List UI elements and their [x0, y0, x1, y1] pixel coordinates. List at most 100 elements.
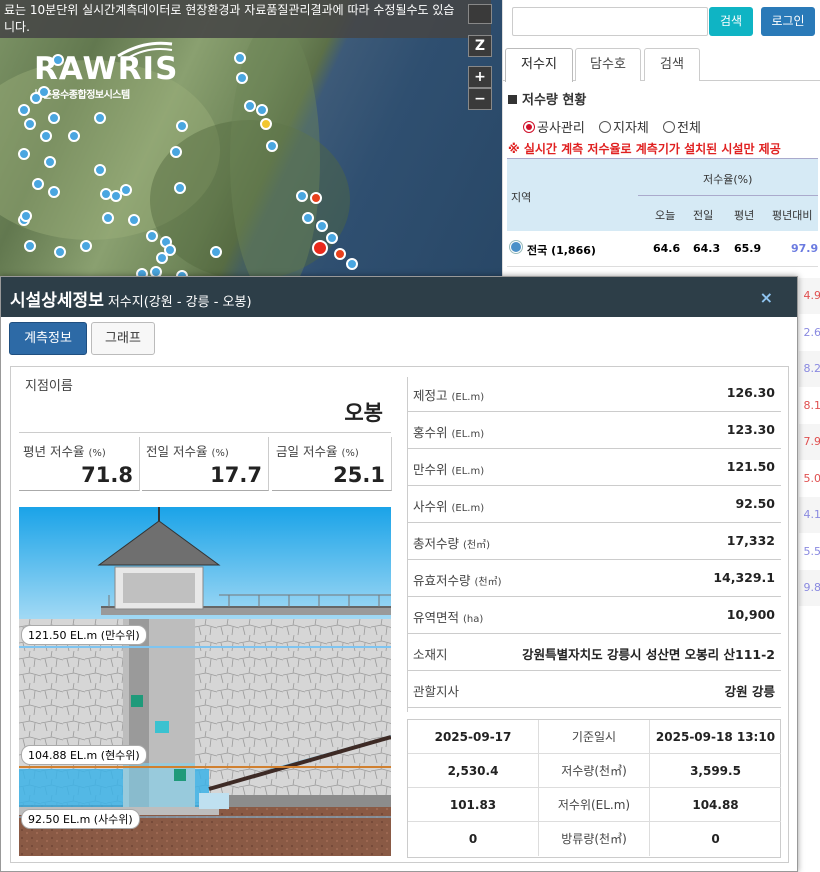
spec-branch: 관할지사 강원 강릉	[407, 671, 781, 708]
current-level-label: 104.88 EL.m (현수위)	[21, 745, 147, 765]
reservoir-marker[interactable]	[170, 146, 182, 158]
reservoir-marker[interactable]	[128, 214, 140, 226]
reservoir-marker[interactable]	[256, 104, 268, 116]
station-name: 오봉	[344, 401, 383, 425]
table-cell-vs-normal: 4.1	[799, 497, 820, 533]
grid-label-discharge: 방류량(천㎥)	[539, 822, 650, 856]
radio-all[interactable]: 전체	[663, 121, 701, 136]
grid-prev-level: 101.83	[408, 788, 539, 822]
reservoir-marker[interactable]	[302, 212, 314, 224]
reservoir-marker[interactable]	[24, 240, 36, 252]
map-z-button[interactable]: Z	[468, 35, 492, 57]
map-notice: 료는 10분단위 실시간계측데이터로 현장환경과 자료품질관리결과에 따라 수정…	[0, 0, 491, 38]
reservoir-marker[interactable]	[266, 140, 278, 152]
spec-basin-area: 유역면적 (ha) 10,900	[407, 597, 781, 634]
zoom-out-button[interactable]: −	[468, 88, 492, 110]
spec-flood-level: 홍수위 (EL.m) 123.30	[407, 412, 781, 449]
col-vs-normal: 평년대비	[772, 209, 813, 222]
reservoir-marker[interactable]	[334, 248, 346, 260]
radio-kr-managed[interactable]: 공사관리	[523, 121, 585, 136]
reservoir-marker[interactable]	[100, 188, 112, 200]
dot-icon	[510, 241, 522, 253]
tab-search[interactable]: 검색	[644, 48, 700, 81]
zoom-in-button[interactable]: +	[468, 66, 492, 88]
reservoir-marker[interactable]	[18, 104, 30, 116]
reservoir-marker[interactable]	[326, 232, 338, 244]
col-normal: 평년	[734, 209, 755, 222]
station-box: 지점이름 오봉	[19, 371, 391, 433]
reservoir-marker[interactable]	[102, 212, 114, 224]
reservoir-marker[interactable]	[210, 246, 222, 258]
reservoir-marker[interactable]	[296, 190, 308, 202]
reservoir-marker[interactable]	[94, 112, 106, 124]
row-today: 64.6	[653, 242, 681, 255]
table-cell-vs-normal: 2.6	[799, 314, 820, 351]
tab-graph[interactable]: 그래프	[91, 322, 155, 355]
reservoir-marker[interactable]	[80, 240, 92, 252]
search-button[interactable]: 검색	[709, 7, 753, 36]
table-cell-vs-normal: 8.1	[799, 387, 820, 424]
reservoir-marker[interactable]	[316, 220, 328, 232]
modal-subtitle: 저수지(강원 - 강릉 - 오봉)	[107, 295, 252, 310]
grid-label-datetime: 기준일시	[539, 720, 650, 754]
reservoir-marker[interactable]	[54, 246, 66, 258]
panel-tabs: 저수지 담수호 검색	[503, 48, 820, 82]
grid-label-storage: 저수량(천㎥)	[539, 754, 650, 788]
reservoir-marker[interactable]	[260, 118, 272, 130]
login-button[interactable]: 로그인	[761, 7, 815, 36]
table-row-national[interactable]: 전국 (1,866) 64.6 64.3 65.9 97.9	[507, 231, 818, 267]
col-group: 저수율(%)	[703, 173, 753, 186]
close-icon[interactable]: ×	[760, 288, 773, 307]
table-header: 지역 저수율(%) 오늘 전일 평년 평년대비	[507, 158, 818, 231]
table-cell-vs-normal: 8.2	[799, 351, 820, 387]
reservoir-marker[interactable]	[44, 156, 56, 168]
reservoir-marker[interactable]	[30, 92, 42, 104]
reservoir-marker[interactable]	[346, 258, 358, 270]
modal-body: 지점이름 오봉 평년 저수율 (%) 71.8 전일 저수율 (%) 17.7 …	[10, 366, 789, 863]
rate-today: 금일 저수율 (%) 25.1	[272, 437, 392, 491]
realtime-notice: ※ 실시간 계측 저수율로 계측기가 설치된 시설만 제공	[508, 142, 781, 156]
reservoir-marker[interactable]	[174, 182, 186, 194]
map-ctrl-top[interactable]	[468, 4, 492, 24]
reservoir-marker[interactable]	[120, 184, 132, 196]
measurement-grid: 2025-09-17 기준일시 2025-09-18 13:10 2,530.4…	[407, 719, 781, 858]
radio-selected-icon	[523, 121, 535, 133]
reservoir-marker[interactable]	[24, 118, 36, 130]
grid-prev-discharge: 0	[408, 822, 539, 856]
tab-reservoir[interactable]: 저수지	[505, 48, 573, 82]
reservoir-marker[interactable]	[310, 192, 322, 204]
reservoir-marker[interactable]	[40, 130, 52, 142]
reservoir-marker[interactable]	[48, 112, 60, 124]
search-input[interactable]	[512, 7, 708, 36]
filter-radios: 공사관리 지자체 전체	[523, 117, 711, 136]
reservoir-marker[interactable]	[20, 210, 32, 222]
table-cell-vs-normal: 5.5	[799, 533, 820, 570]
tab-freshwater-lake[interactable]: 담수호	[575, 48, 641, 81]
grid-prev-storage: 2,530.4	[408, 754, 539, 788]
reservoir-marker[interactable]	[68, 130, 80, 142]
reservoir-marker[interactable]	[244, 100, 256, 112]
radio-local-gov[interactable]: 지자체	[598, 121, 649, 136]
reservoir-marker[interactable]	[176, 120, 188, 132]
square-icon	[508, 95, 517, 104]
grid-cur-storage: 3,599.5	[650, 754, 781, 788]
tab-measurement[interactable]: 계측정보	[9, 322, 87, 355]
reservoir-marker[interactable]	[94, 164, 106, 176]
rate-normal: 평년 저수율 (%) 71.8	[19, 437, 140, 491]
reservoir-marker[interactable]	[52, 54, 64, 66]
reservoir-marker[interactable]	[236, 72, 248, 84]
reservoir-marker[interactable]	[32, 178, 44, 190]
spec-effective-storage: 유효저수량 (천㎥) 14,329.1	[407, 560, 781, 597]
reservoir-marker[interactable]	[48, 186, 60, 198]
modal-header: 시설상세정보 저수지(강원 - 강릉 - 오봉) ×	[1, 277, 797, 317]
grid-label-level: 저수위(EL.m)	[539, 788, 650, 822]
reservoir-illustration: 121.50 EL.m (만수위) 104.88 EL.m (현수위) 92.5…	[19, 507, 391, 856]
reservoir-marker[interactable]	[18, 148, 30, 160]
reservoir-marker[interactable]	[234, 52, 246, 64]
map-view[interactable]: 료는 10분단위 실시간계측데이터로 현장환경과 자료품질관리결과에 따라 수정…	[0, 0, 502, 300]
reservoir-marker[interactable]	[312, 240, 328, 256]
table-cell-vs-normal: 5.0	[799, 460, 820, 497]
rawris-logo: RAWRIS 농촌용수종합정보시스템	[34, 38, 178, 101]
reservoir-marker[interactable]	[156, 252, 168, 264]
reservoir-marker[interactable]	[146, 230, 158, 242]
